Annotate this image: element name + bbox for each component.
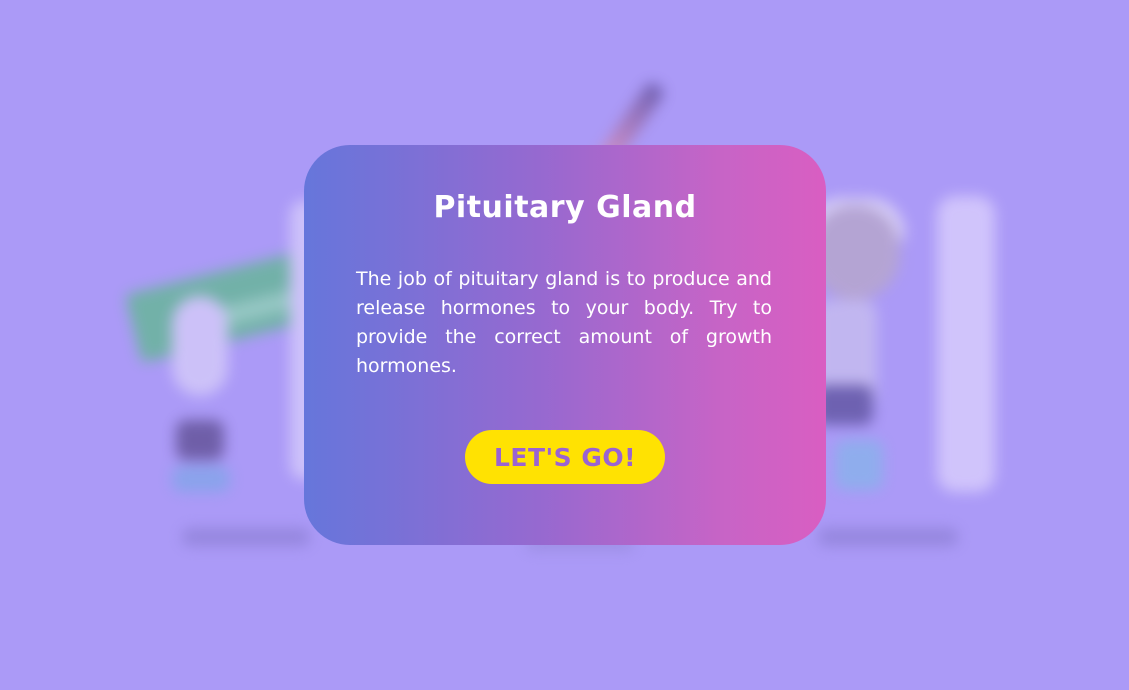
background-child-left xyxy=(172,296,228,396)
modal-title: Pituitary Gland xyxy=(433,190,697,225)
modal-description: The job of pituitary gland is to produce… xyxy=(356,268,772,377)
background-child-right-legs xyxy=(835,440,883,490)
lets-go-button[interactable]: LET'S GO! xyxy=(465,430,665,484)
background-child-left-legs xyxy=(172,466,230,492)
background-label-left xyxy=(182,528,310,546)
intro-modal: Pituitary Gland The job of pituitary gla… xyxy=(304,145,826,545)
background-growth-meter-right xyxy=(937,196,995,492)
background-child-left-body xyxy=(176,420,224,460)
background-label-right xyxy=(818,528,958,546)
